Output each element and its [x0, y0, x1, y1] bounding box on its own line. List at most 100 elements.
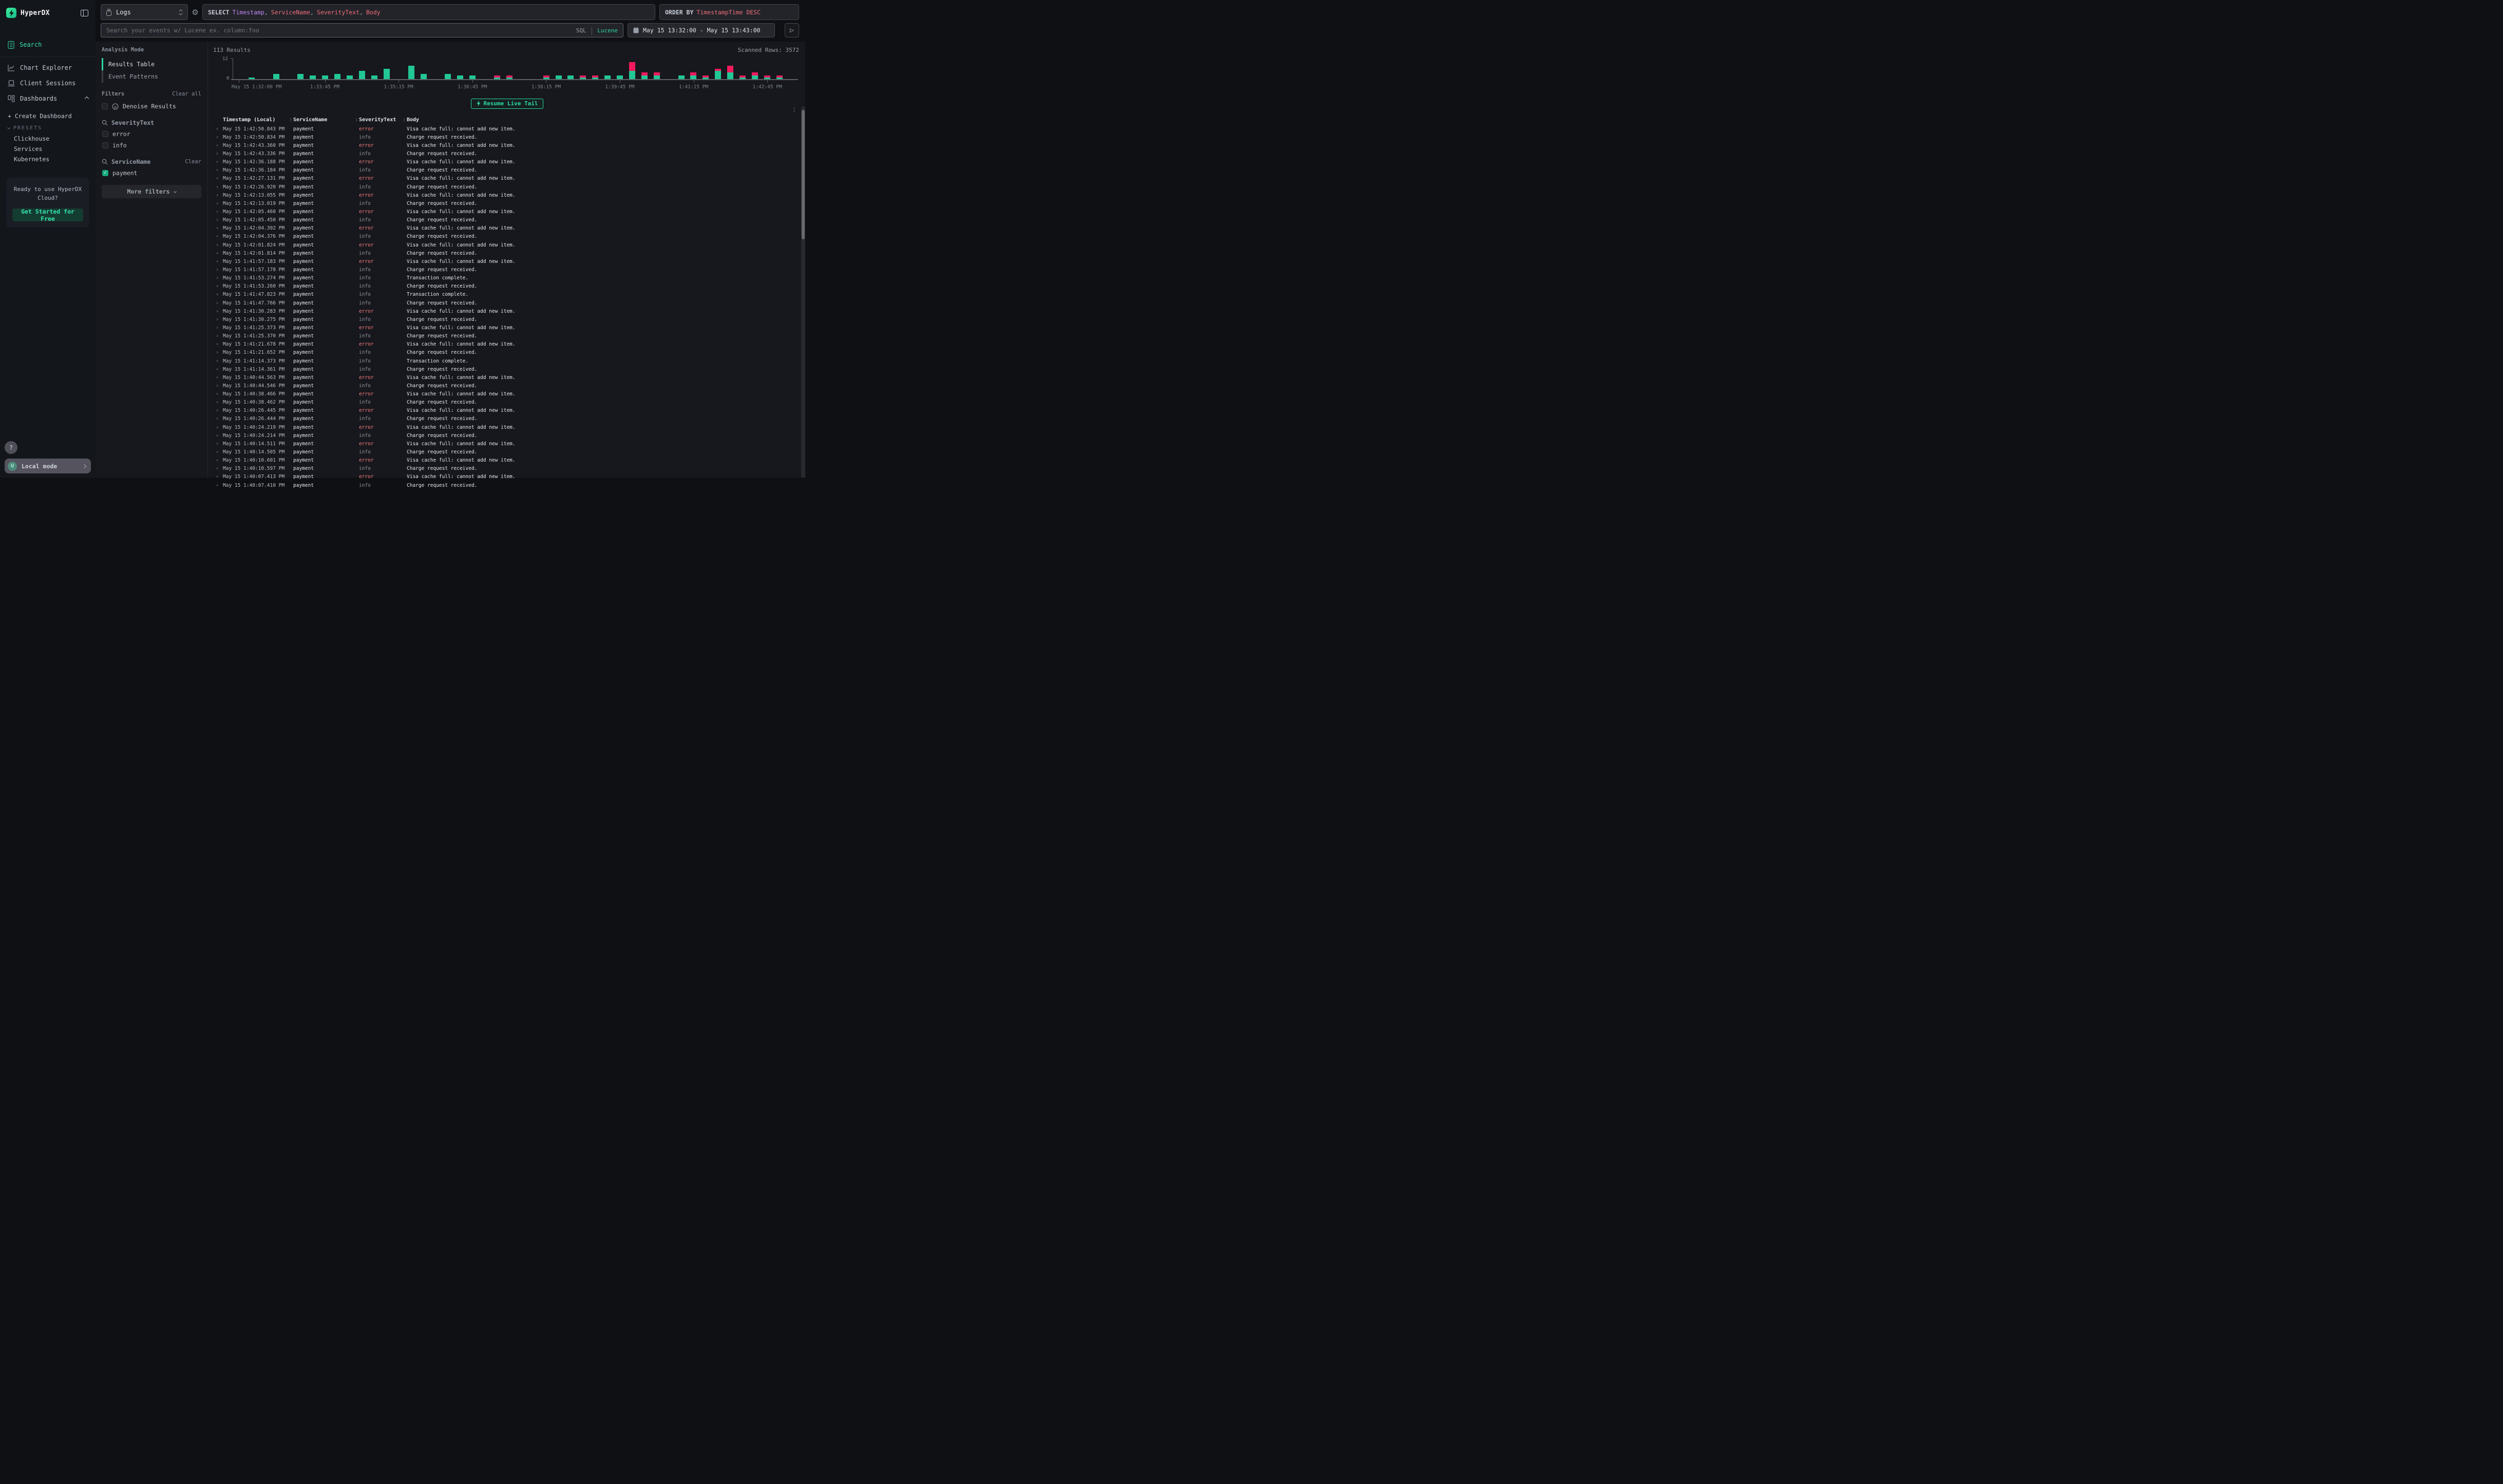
filter-option-error[interactable]: error: [102, 130, 201, 138]
row-expand-chevron-icon[interactable]: ›: [216, 143, 223, 148]
row-expand-chevron-icon[interactable]: ›: [216, 275, 223, 281]
row-expand-chevron-icon[interactable]: ›: [216, 483, 223, 488]
table-row[interactable]: ›May 15 1:41:47.823 PMpaymentinfoTransac…: [213, 291, 801, 299]
chart-bar-1:34:15 PM[interactable]: [344, 59, 356, 79]
chart-bar-1:39:15 PM[interactable]: [589, 59, 601, 79]
sidebar-item-search[interactable]: Search: [0, 37, 96, 52]
chart-bar-1:35:00 PM[interactable]: [381, 59, 393, 79]
table-scrollbar[interactable]: [801, 107, 805, 478]
chart-bar-1:33:45 PM[interactable]: [319, 59, 331, 79]
table-row[interactable]: ›May 15 1:40:14.505 PMpaymentinfoCharge …: [213, 448, 801, 456]
chart-bar-1:41:30 PM[interactable]: [699, 59, 712, 79]
help-button[interactable]: ?: [5, 441, 17, 454]
table-row[interactable]: ›May 15 1:42:50.843 PMpaymenterrorVisa c…: [213, 125, 801, 133]
table-row[interactable]: ›May 15 1:42:43.360 PMpaymenterrorVisa c…: [213, 141, 801, 149]
row-expand-chevron-icon[interactable]: ›: [216, 375, 223, 380]
mode-results-table[interactable]: Results Table: [102, 58, 201, 70]
column-resize-handle[interactable]: ⋮: [289, 118, 293, 122]
table-row[interactable]: ›May 15 1:42:50.834 PMpaymentinfoCharge …: [213, 133, 801, 141]
chart-bar-1:39:00 PM[interactable]: [577, 59, 589, 79]
row-expand-chevron-icon[interactable]: ›: [216, 225, 223, 231]
table-row[interactable]: ›May 15 1:42:13.019 PMpaymentinfoCharge …: [213, 199, 801, 207]
table-row[interactable]: ›May 15 1:41:14.373 PMpaymentinfoTransac…: [213, 357, 801, 365]
row-expand-chevron-icon[interactable]: ›: [216, 425, 223, 430]
chart-bar-1:34:00 PM[interactable]: [331, 59, 344, 79]
chart-bar-1:32:30 PM[interactable]: [258, 59, 270, 79]
row-expand-chevron-icon[interactable]: ›: [216, 234, 223, 239]
search-icon[interactable]: [102, 159, 108, 165]
column-resize-handle[interactable]: ⋮: [354, 118, 359, 122]
chart-bar-1:37:15 PM[interactable]: [491, 59, 503, 79]
column-resize-handle[interactable]: ⋮: [402, 118, 407, 122]
table-row[interactable]: ›May 15 1:40:38.466 PMpaymenterrorVisa c…: [213, 390, 801, 398]
row-expand-chevron-icon[interactable]: ›: [216, 292, 223, 297]
table-row[interactable]: ›May 15 1:40:26.445 PMpaymenterrorVisa c…: [213, 407, 801, 415]
row-expand-chevron-icon[interactable]: ›: [216, 458, 223, 463]
table-row[interactable]: ›May 15 1:41:47.766 PMpaymentinfoCharge …: [213, 299, 801, 307]
row-expand-chevron-icon[interactable]: ›: [216, 466, 223, 471]
row-expand-chevron-icon[interactable]: ›: [216, 217, 223, 223]
table-row[interactable]: ›May 15 1:42:36.184 PMpaymentinfoCharge …: [213, 166, 801, 175]
search-icon[interactable]: [102, 120, 108, 126]
table-row[interactable]: ›May 15 1:40:10.597 PMpaymentinfoCharge …: [213, 465, 801, 473]
table-options-kebab-icon[interactable]: ⋮: [791, 106, 797, 113]
table-row[interactable]: ›May 15 1:41:21.652 PMpaymentinfoCharge …: [213, 349, 801, 357]
preset-services[interactable]: Services: [0, 144, 96, 154]
histogram-bars[interactable]: [233, 59, 798, 79]
chart-bar-1:41:00 PM[interactable]: [675, 59, 688, 79]
row-expand-chevron-icon[interactable]: ›: [216, 399, 223, 405]
row-expand-chevron-icon[interactable]: ›: [216, 176, 223, 181]
presets-section-toggle[interactable]: PRESETS: [0, 122, 96, 134]
column-header-servicename[interactable]: ServiceName: [293, 117, 354, 123]
denoise-checkbox[interactable]: [102, 103, 108, 109]
more-filters-button[interactable]: More filters: [102, 185, 201, 198]
table-row[interactable]: ›May 15 1:41:25.370 PMpaymentinfoCharge …: [213, 332, 801, 340]
chart-bar-1:37:00 PM[interactable]: [479, 59, 491, 79]
row-expand-chevron-icon[interactable]: ›: [216, 325, 223, 331]
table-row[interactable]: ›May 15 1:42:05.450 PMpaymentinfoCharge …: [213, 216, 801, 224]
table-row[interactable]: ›May 15 1:42:27.131 PMpaymenterrorVisa c…: [213, 175, 801, 183]
table-row[interactable]: ›May 15 1:40:38.462 PMpaymentinfoCharge …: [213, 398, 801, 407]
column-header-body[interactable]: Body: [407, 117, 801, 123]
chart-bar-1:34:30 PM[interactable]: [356, 59, 368, 79]
row-expand-chevron-icon[interactable]: ›: [216, 184, 223, 190]
row-expand-chevron-icon[interactable]: ›: [216, 135, 223, 140]
table-row[interactable]: ›May 15 1:40:24.214 PMpaymentinfoCharge …: [213, 431, 801, 440]
lang-toggle-lucene[interactable]: Lucene: [597, 27, 618, 34]
row-expand-chevron-icon[interactable]: ›: [216, 333, 223, 339]
chart-bar-1:36:30 PM[interactable]: [454, 59, 466, 79]
source-select[interactable]: Logs: [101, 4, 188, 20]
chart-bar-1:43:00 PM[interactable]: [773, 59, 786, 79]
table-row[interactable]: ›May 15 1:41:30.283 PMpaymenterrorVisa c…: [213, 307, 801, 315]
table-row[interactable]: ›May 15 1:42:43.336 PMpaymentinfoCharge …: [213, 149, 801, 158]
chart-bar-1:42:15 PM[interactable]: [736, 59, 749, 79]
chart-bar-1:37:30 PM[interactable]: [503, 59, 516, 79]
sidebar-item-chart-explorer[interactable]: Chart Explorer: [0, 60, 96, 75]
table-row[interactable]: ›May 15 1:42:01.824 PMpaymenterrorVisa c…: [213, 241, 801, 249]
chart-bar-1:36:15 PM[interactable]: [442, 59, 454, 79]
row-expand-chevron-icon[interactable]: ›: [216, 209, 223, 215]
column-header-timestamp[interactable]: Timestamp (Local): [223, 117, 289, 123]
table-row[interactable]: ›May 15 1:41:53.260 PMpaymentinfoCharge …: [213, 282, 801, 291]
row-expand-chevron-icon[interactable]: ›: [216, 474, 223, 480]
column-header-severitytext[interactable]: SeverityText: [359, 117, 402, 123]
table-row[interactable]: ›May 15 1:41:57.183 PMpaymenterrorVisa c…: [213, 257, 801, 265]
row-expand-chevron-icon[interactable]: ›: [216, 341, 223, 347]
table-row[interactable]: ›May 15 1:40:07.413 PMpaymenterrorVisa c…: [213, 473, 801, 481]
table-row[interactable]: ›May 15 1:42:04.376 PMpaymentinfoCharge …: [213, 233, 801, 241]
user-menu[interactable]: U Local mode: [5, 459, 91, 473]
table-row[interactable]: ›May 15 1:41:25.373 PMpaymenterrorVisa c…: [213, 324, 801, 332]
chart-bar-1:38:00 PM[interactable]: [528, 59, 540, 79]
table-row[interactable]: ›May 15 1:40:44.563 PMpaymenterrorVisa c…: [213, 373, 801, 382]
table-row[interactable]: ›May 15 1:40:14.511 PMpaymenterrorVisa c…: [213, 440, 801, 448]
scrollbar-thumb[interactable]: [802, 110, 805, 239]
row-expand-chevron-icon[interactable]: ›: [216, 309, 223, 314]
lang-toggle-sql[interactable]: SQL: [576, 27, 586, 34]
chart-bar-1:41:15 PM[interactable]: [688, 59, 700, 79]
row-expand-chevron-icon[interactable]: ›: [216, 267, 223, 273]
row-expand-chevron-icon[interactable]: ›: [216, 367, 223, 372]
search-input[interactable]: [106, 27, 573, 34]
chart-bar-1:38:45 PM[interactable]: [564, 59, 577, 79]
row-expand-chevron-icon[interactable]: ›: [216, 300, 223, 306]
chart-bar-1:40:45 PM[interactable]: [663, 59, 675, 79]
